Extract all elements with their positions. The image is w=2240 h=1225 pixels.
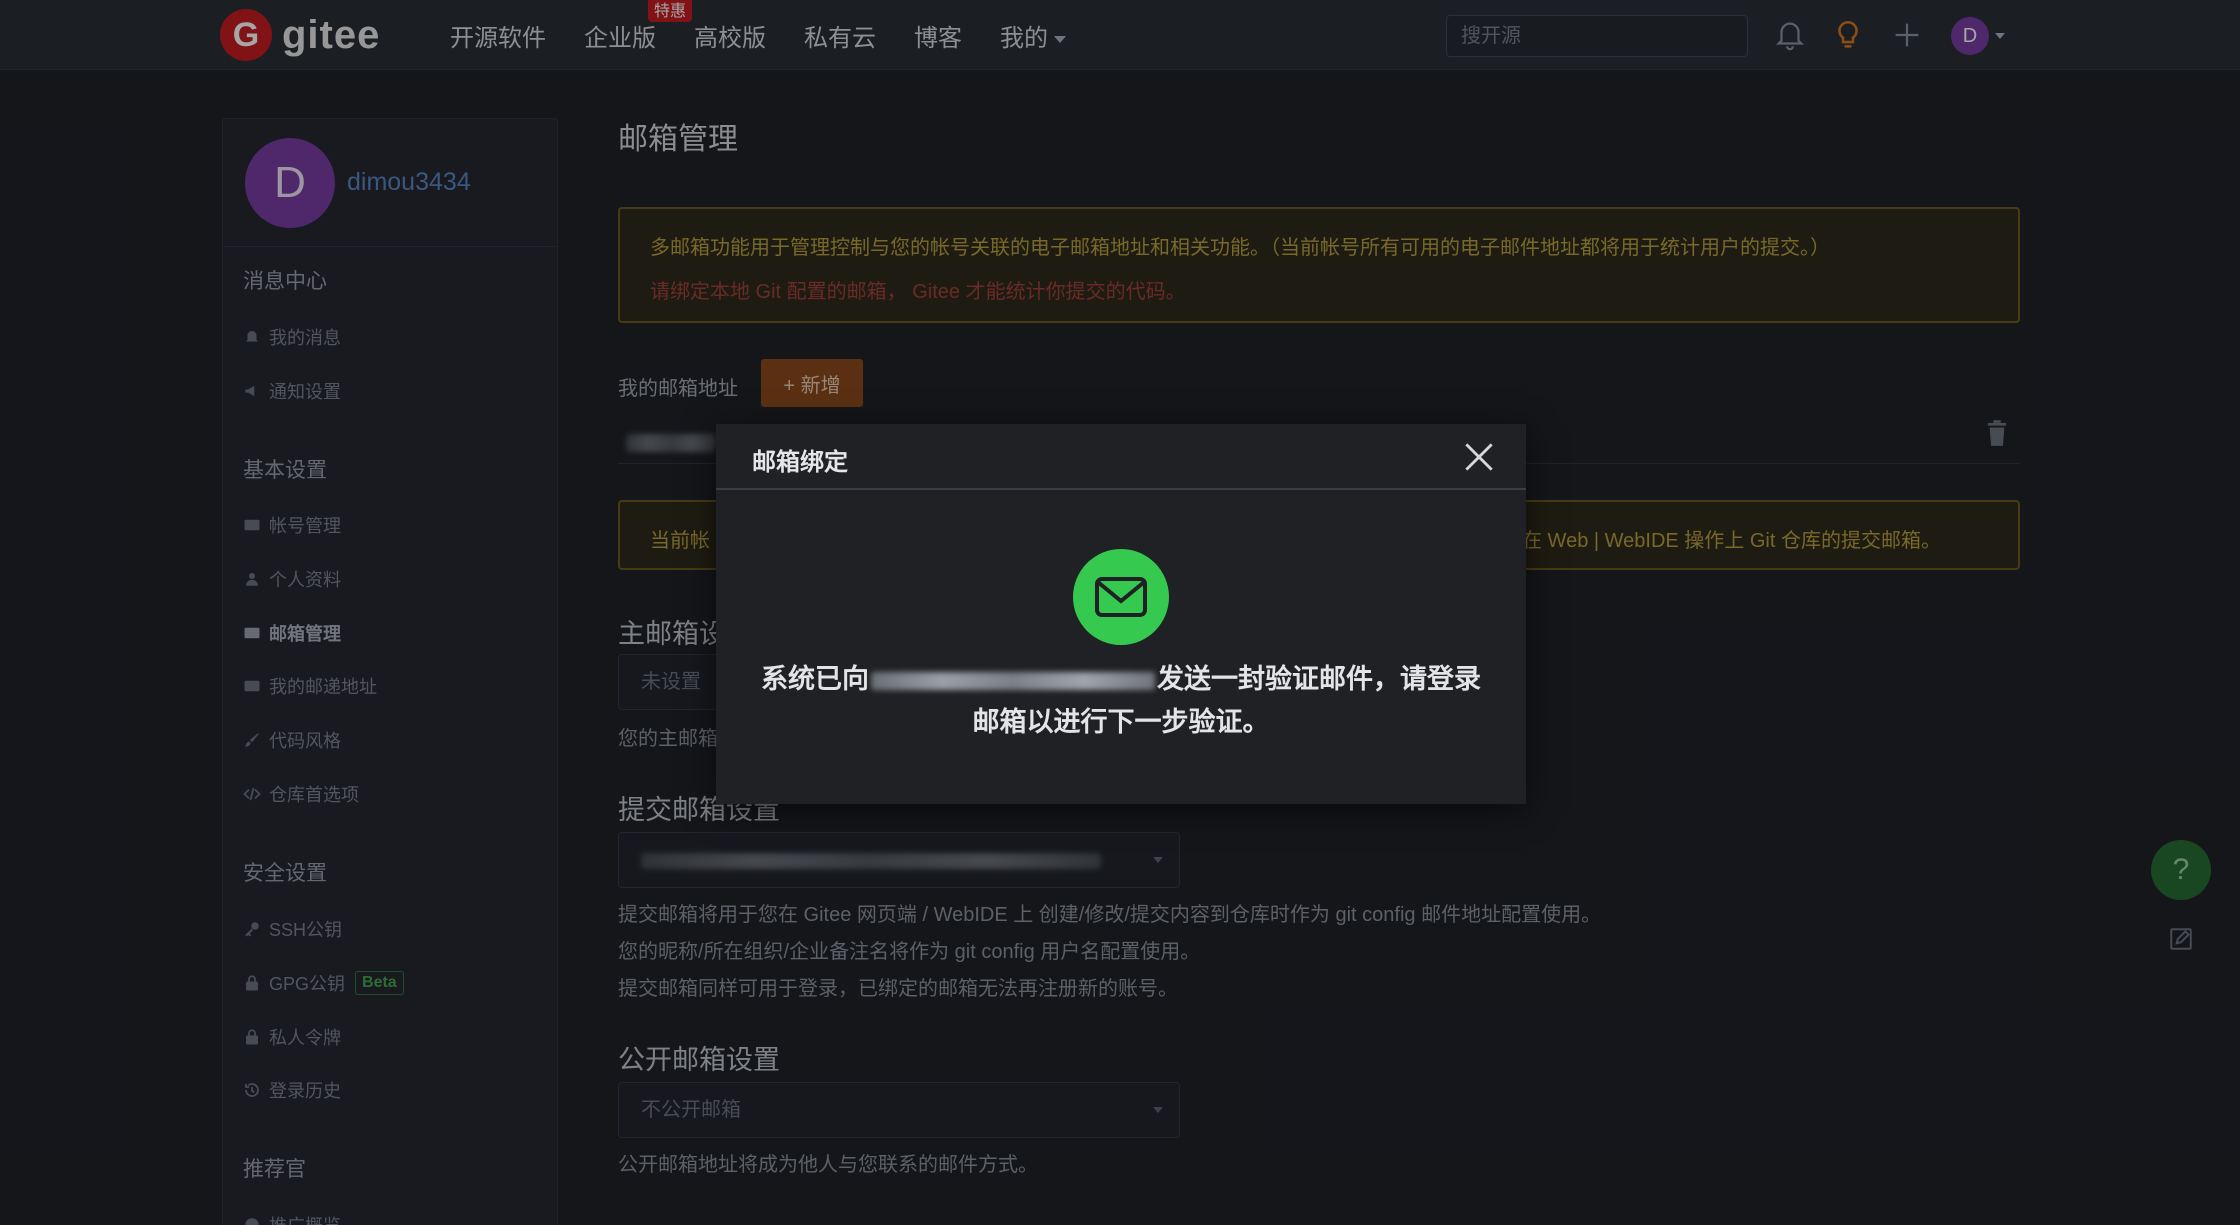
dialog-message-after: 发送一封验证邮件，请登录 [1157,664,1481,694]
dialog-header: 邮箱绑定 [716,424,1526,490]
dialog-title: 邮箱绑定 [752,449,848,476]
email-binding-dialog: 邮箱绑定 系统已向 发送一封验证邮件，请登录 邮箱以进行下一步验证。 [716,424,1526,804]
dialog-message-line2: 邮箱以进行下一步验证。 [972,707,1270,737]
envelope-icon [1095,577,1147,617]
blurred-email-address [871,671,1155,690]
dialog-message: 系统已向 发送一封验证邮件，请登录 邮箱以进行下一步验证。 [756,658,1486,744]
close-icon[interactable] [1460,438,1498,476]
dialog-message-before: 系统已向 [761,664,869,694]
mail-success-icon [1073,549,1169,645]
